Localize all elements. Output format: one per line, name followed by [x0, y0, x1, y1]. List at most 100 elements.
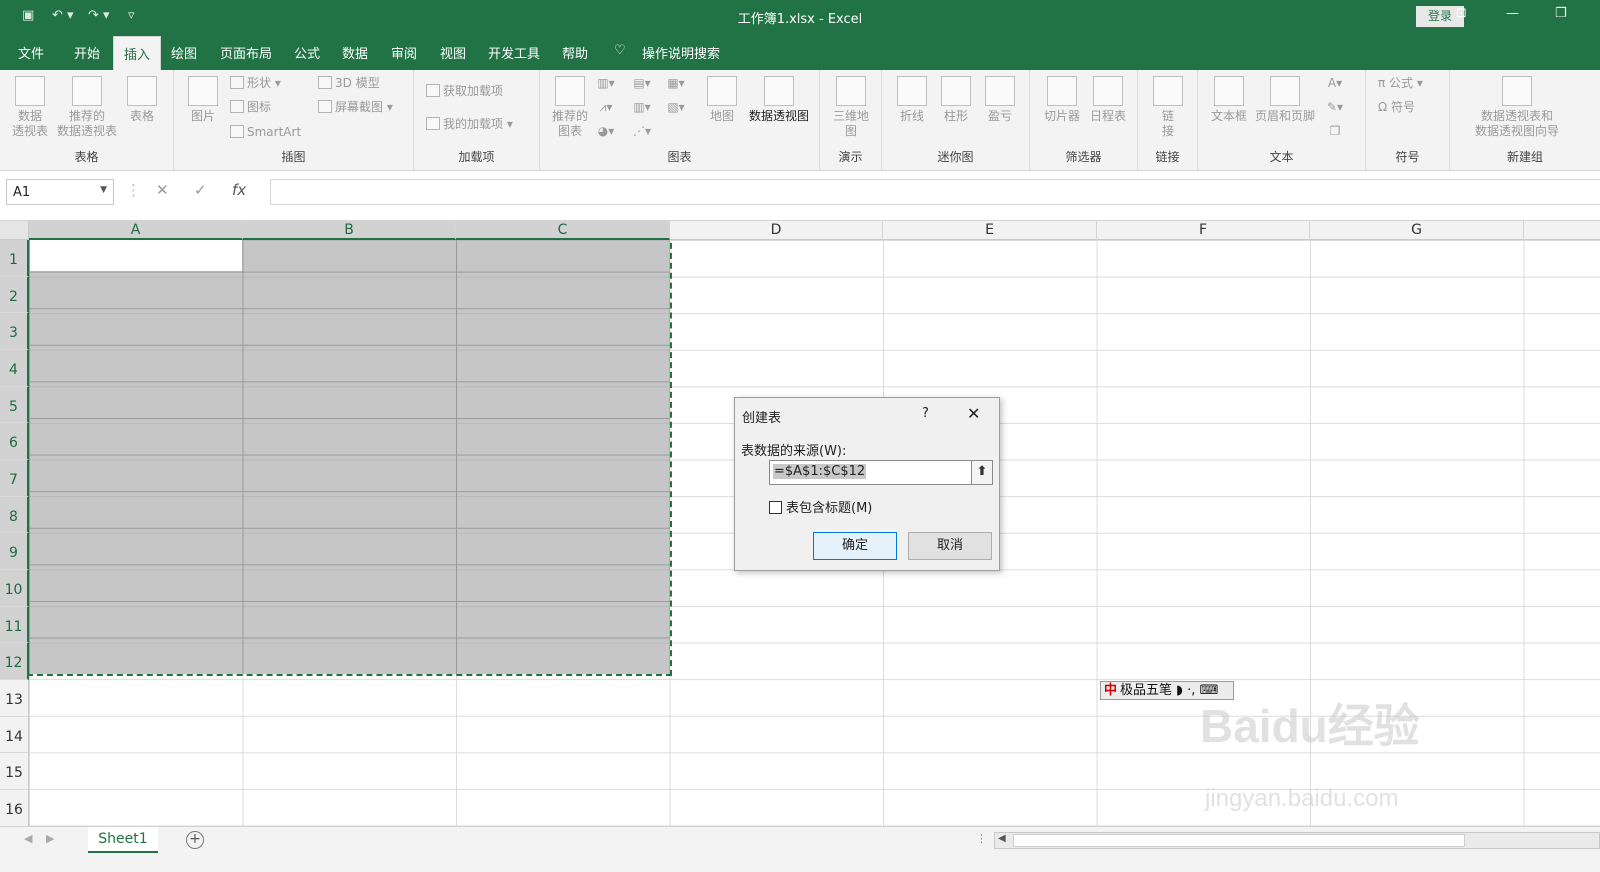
column-header[interactable]: G [1310, 221, 1524, 240]
table-button[interactable]: 表格 [122, 76, 162, 124]
restore-icon[interactable]: ❐ [1555, 6, 1567, 21]
tell-me-search[interactable]: 操作说明搜索 [642, 43, 720, 62]
chevron-down-icon[interactable]: ▼ [100, 185, 107, 195]
collapse-dialog-icon[interactable]: ⬆ [971, 461, 992, 484]
column-header[interactable]: A [29, 221, 243, 240]
get-addins-button[interactable]: 获取加载项 [426, 84, 503, 99]
scroll-thumb[interactable] [1013, 834, 1465, 847]
icons-button[interactable]: 图标 [230, 100, 271, 115]
header-footer-button[interactable]: 页眉和页脚 [1252, 76, 1318, 124]
checkbox-box[interactable] [769, 501, 782, 514]
combo-chart-icon[interactable]: ▧▾ [666, 100, 686, 118]
row-header[interactable]: 15 [0, 753, 29, 790]
tab-page-layout[interactable]: 页面布局 [220, 43, 272, 62]
hierarchy-chart-icon[interactable]: ▤▾ [632, 76, 652, 94]
ribbon-display-icon[interactable]: ⊡ [1456, 6, 1467, 21]
column-header[interactable] [1524, 221, 1600, 240]
smartart-button[interactable]: SmartArt [230, 125, 301, 140]
close-icon[interactable]: ✕ [967, 404, 980, 423]
scroll-left-icon[interactable]: ◀ [24, 832, 32, 845]
3d-model-button[interactable]: 3D 模型 [318, 76, 380, 91]
3d-map-button[interactable]: 三维地 图 [828, 76, 874, 139]
column-header[interactable]: D [670, 221, 883, 240]
cancel-button[interactable]: 取消 [908, 532, 992, 560]
cancel-icon[interactable]: ✕ [156, 181, 169, 199]
horizontal-scrollbar[interactable]: ◀ [994, 832, 1600, 849]
tab-formulas[interactable]: 公式 [294, 43, 320, 62]
tab-home[interactable]: 开始 [74, 43, 100, 62]
row-header[interactable]: 13 [0, 680, 29, 717]
has-headers-checkbox[interactable]: 表包含标题(M) [769, 497, 872, 516]
column-header[interactable]: C [456, 221, 670, 240]
sparkline-column-button[interactable]: 柱形 [938, 76, 974, 124]
row-header[interactable]: 12 [0, 643, 29, 680]
source-range-input[interactable]: =$A$1:$C$12 ⬆ [769, 460, 993, 485]
row-header[interactable]: 10 [0, 570, 29, 607]
row-header[interactable]: 1 [0, 240, 29, 277]
tab-draw[interactable]: 绘图 [171, 43, 197, 62]
pivot-wizard-button[interactable]: 数据透视表和 数据透视图向导 [1462, 76, 1572, 139]
recommended-pivot-button[interactable]: 推荐的 数据透视表 [54, 76, 120, 139]
waterfall-chart-icon[interactable]: ▦▾ [666, 76, 686, 94]
sparkline-winloss-button[interactable]: 盈亏 [982, 76, 1018, 124]
lightbulb-icon[interactable]: ♡ [614, 43, 626, 58]
pivot-chart-button[interactable]: 数据透视图 [744, 76, 814, 124]
moon-icon[interactable]: ◗ [1176, 683, 1183, 698]
row-header[interactable]: 6 [0, 423, 29, 460]
formula-input[interactable] [270, 179, 1600, 205]
scroll-right-icon[interactable]: ▶ [46, 832, 54, 845]
slicer-button[interactable]: 切片器 [1040, 76, 1084, 124]
my-addins-button[interactable]: 我的加载项 ▾ [426, 117, 513, 132]
column-chart-icon[interactable]: ▥▾ [596, 76, 616, 94]
textbox-button[interactable]: 文本框 [1206, 76, 1252, 124]
tab-review[interactable]: 审阅 [391, 43, 417, 62]
pie-chart-icon[interactable]: ◕▾ [596, 124, 616, 142]
sheet-tab[interactable]: Sheet1 [88, 827, 158, 853]
statistic-chart-icon[interactable]: ▥▾ [632, 100, 652, 118]
tab-data[interactable]: 数据 [342, 43, 368, 62]
source-range-value[interactable]: =$A$1:$C$12 [773, 464, 867, 479]
link-button[interactable]: 链 接 [1150, 76, 1186, 139]
row-header[interactable]: 5 [0, 387, 29, 423]
selected-range[interactable] [27, 233, 672, 676]
scroll-left-arrow-icon[interactable]: ◀ [998, 833, 1006, 844]
tab-help[interactable]: 帮助 [562, 43, 588, 62]
row-header[interactable]: 2 [0, 277, 29, 313]
row-header[interactable]: 8 [0, 497, 29, 533]
row-header[interactable]: 3 [0, 313, 29, 350]
add-sheet-icon[interactable]: + [186, 831, 204, 849]
column-header[interactable]: B [243, 221, 456, 240]
row-header[interactable]: 4 [0, 350, 29, 387]
ok-button[interactable]: 确定 [813, 532, 897, 560]
punct-icon[interactable]: ·, [1187, 683, 1195, 698]
insert-function-icon[interactable]: fx [232, 181, 246, 199]
maps-button[interactable]: 地图 [704, 76, 740, 124]
select-all-corner[interactable] [0, 221, 29, 240]
row-header[interactable]: 11 [0, 607, 29, 643]
active-cell[interactable] [30, 236, 242, 271]
equation-button[interactable]: π 公式 ▾ [1378, 76, 1423, 91]
column-header[interactable]: F [1097, 221, 1310, 240]
splitter-icon[interactable]: ⋮ [976, 832, 987, 845]
row-header[interactable]: 14 [0, 717, 29, 753]
scatter-chart-icon[interactable]: ⋰▾ [632, 124, 652, 142]
row-header[interactable]: 7 [0, 460, 29, 497]
name-box[interactable]: A1 ▼ [6, 179, 114, 205]
tab-view[interactable]: 视图 [440, 43, 466, 62]
pivot-table-button[interactable]: 数据 透视表 [8, 76, 52, 139]
line-chart-icon[interactable]: ⩘▾ [596, 100, 616, 118]
signature-icon[interactable]: ✎▾ [1324, 100, 1346, 115]
row-header[interactable]: 9 [0, 533, 29, 570]
tab-developer[interactable]: 开发工具 [488, 43, 540, 62]
screenshot-button[interactable]: 屏幕截图 ▾ [318, 100, 393, 115]
symbol-button[interactable]: Ω 符号 [1378, 100, 1415, 115]
recommended-charts-button[interactable]: 推荐的 图表 [548, 76, 592, 139]
help-icon[interactable]: ? [922, 406, 929, 421]
object-icon[interactable]: ❐ [1324, 124, 1346, 139]
sparkline-line-button[interactable]: 折线 [894, 76, 930, 124]
ime-mode-icon[interactable]: 中 [1101, 683, 1120, 698]
row-header[interactable]: 16 [0, 790, 29, 827]
enter-icon[interactable]: ✓ [194, 181, 207, 199]
timeline-button[interactable]: 日程表 [1086, 76, 1130, 124]
column-header[interactable]: E [883, 221, 1097, 240]
